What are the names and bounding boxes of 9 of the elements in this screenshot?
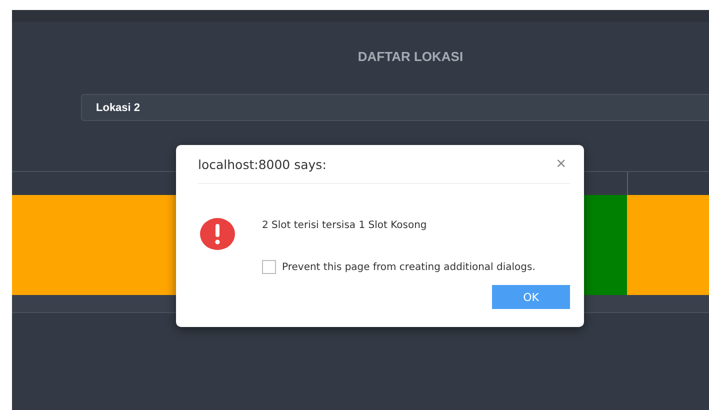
page-title: DAFTAR LOKASI: [358, 49, 464, 64]
close-button[interactable]: ×: [552, 154, 570, 174]
checkbox-label: Prevent this page from creating additional dialogs.: [282, 262, 536, 272]
error-icon: [200, 218, 235, 250]
prevent-checkbox[interactable]: [262, 260, 276, 274]
ok-button[interactable]: OK: [492, 285, 570, 309]
location-select[interactable]: Lokasi 2: [81, 94, 709, 121]
dialog-title: localhost:8000 says:: [198, 156, 326, 172]
dialog-message: 2 Slot terisi tersisa 1 Slot Kosong: [262, 220, 428, 231]
